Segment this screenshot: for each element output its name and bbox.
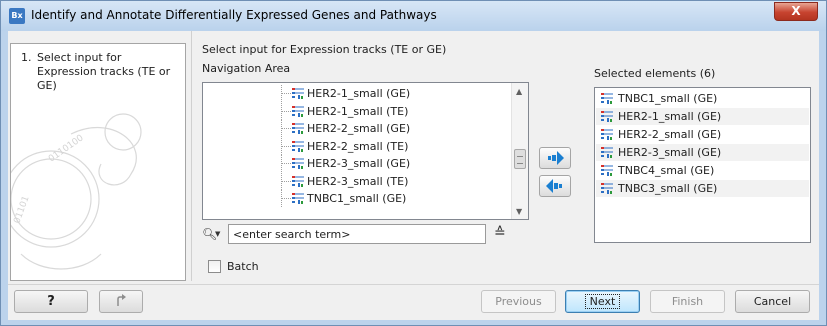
selected-item-label: TNBC3_small (GE) [618, 182, 718, 195]
help-button[interactable]: ? [14, 290, 88, 313]
svg-text:01101: 01101 [12, 195, 31, 225]
main-panel: Select input for Expression tracks (TE o… [191, 31, 819, 281]
tree-connector-line [281, 93, 291, 94]
selected-item-label: HER2-2_small (GE) [618, 128, 722, 141]
expression-track-icon [291, 86, 305, 103]
expression-track-icon [600, 145, 614, 162]
selected-item-label: HER2-3_small (GE) [618, 146, 722, 159]
previous-button[interactable]: Previous [481, 290, 556, 313]
expression-track-icon [600, 91, 614, 108]
tree-connector-line [281, 180, 291, 182]
navigation-item[interactable]: HER2-1_small (TE) [203, 102, 513, 121]
restore-defaults-button[interactable] [99, 290, 143, 313]
scroll-thumb[interactable] [514, 149, 526, 169]
arrow-left-icon [546, 179, 562, 193]
expression-track-icon [291, 156, 305, 173]
search-bar: 🔍︎ ▼ ≙ [202, 224, 532, 244]
navigation-item-label: HER2-1_small (TE) [307, 104, 409, 118]
navigation-item[interactable]: HER2-2_small (GE) [203, 120, 513, 137]
dialog-window: Bx Identify and Annotate Differentially … [0, 0, 827, 326]
tree-connector-line [281, 163, 291, 164]
navigation-item-label: HER2-3_small (TE) [307, 174, 409, 188]
remove-selected-button[interactable] [539, 175, 571, 197]
navigation-item[interactable]: HER2-1_small (GE) [203, 85, 513, 102]
expression-track-icon [291, 191, 305, 208]
finish-button[interactable]: Finish [650, 290, 725, 313]
selected-item-label: TNBC4_smal (GE) [618, 164, 715, 177]
selected-item[interactable]: TNBC4_smal (GE) [596, 162, 809, 179]
navigation-tree[interactable]: HER2-1_small (GE) HER2-1_small (TE) HER2-2… [202, 82, 529, 220]
navigation-item-label: TNBC1_small (GE) [307, 192, 407, 205]
arrow-right-icon [548, 151, 564, 165]
batch-label: Batch [227, 260, 259, 273]
sort-icon[interactable]: ≙ [494, 225, 506, 241]
expression-track-icon [600, 163, 614, 180]
expression-track-icon [291, 174, 305, 191]
selected-item[interactable]: HER2-3_small (GE) [596, 144, 809, 161]
expression-track-icon [600, 109, 614, 126]
navigation-item-label: HER2-1_small (GE) [307, 87, 411, 100]
app-icon: Bx [9, 8, 25, 24]
navigation-area-label: Navigation Area [202, 62, 291, 75]
expression-track-icon [291, 121, 305, 138]
navigation-item-label: HER2-2_small (TE) [307, 139, 409, 153]
dialog-body: 1. Select input for Expression tracks (T… [8, 31, 819, 320]
navigation-item[interactable]: HER2-2_small (TE) [203, 137, 513, 156]
navigation-item[interactable]: TNBC1_small (GE) [203, 190, 513, 207]
navigation-item[interactable]: HER2-3_small (TE) [203, 172, 513, 191]
selected-item[interactable]: HER2-2_small (GE) [596, 126, 809, 143]
selected-item-label: TNBC1_small (GE) [618, 92, 718, 105]
cancel-button[interactable]: Cancel [735, 290, 810, 313]
window-title: Identify and Annotate Differentially Exp… [31, 8, 437, 22]
add-selected-button[interactable] [539, 147, 571, 169]
scroll-down-icon[interactable]: ▼ [516, 207, 522, 216]
expression-track-icon [291, 139, 305, 156]
restore-icon [117, 294, 126, 306]
steps-panel: 1. Select input for Expression tracks (T… [10, 43, 186, 281]
step-number: 1. [21, 51, 32, 64]
vertical-scrollbar[interactable]: ▲ ▼ [511, 83, 528, 219]
search-input[interactable] [228, 224, 486, 244]
selected-elements-list[interactable]: TNBC1_small (GE) HER2-1_small (GE) HER2-2_… [594, 87, 811, 243]
expression-track-icon [600, 181, 614, 198]
tree-connector-line [281, 110, 291, 112]
scroll-up-icon[interactable]: ▲ [516, 87, 522, 96]
section-heading: Select input for Expression tracks (TE o… [202, 43, 447, 56]
svg-text:0110100: 0110100 [47, 133, 86, 164]
watermark-logo-icon: 0110100 01101 [11, 113, 142, 270]
expression-track-icon [600, 127, 614, 144]
selected-item[interactable]: TNBC1_small (GE) [596, 90, 809, 107]
batch-checkbox-box[interactable] [208, 260, 221, 273]
selected-item[interactable]: HER2-1_small (GE) [596, 108, 809, 125]
selected-item-label: HER2-1_small (GE) [618, 110, 722, 123]
navigation-item-label: HER2-3_small (GE) [307, 157, 411, 170]
step-text: Select input for Expression tracks (TE o… [37, 51, 171, 92]
selected-item[interactable]: TNBC3_small (GE) [596, 180, 809, 197]
navigation-item-label: HER2-2_small (GE) [307, 122, 411, 135]
selected-elements-label: Selected elements (6) [594, 67, 716, 80]
title-bar[interactable]: Bx Identify and Annotate Differentially … [1, 1, 826, 31]
expression-track-icon [291, 104, 305, 121]
navigation-item[interactable]: HER2-3_small (GE) [203, 155, 513, 172]
tree-connector-line [281, 198, 291, 199]
search-options-chevron-icon[interactable]: ▼ [215, 230, 220, 238]
tree-connector-line [281, 128, 291, 129]
next-button[interactable]: Next [565, 290, 640, 313]
close-button[interactable]: X [774, 2, 818, 21]
next-button-label: Next [584, 294, 621, 309]
footer-divider [8, 284, 819, 285]
tree-connector-line [281, 145, 291, 147]
